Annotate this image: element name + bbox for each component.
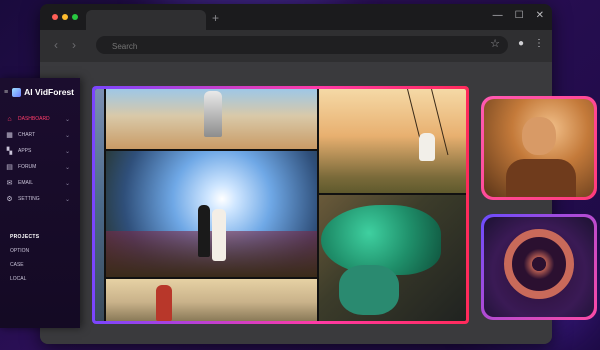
sidebar-item-label: APPS xyxy=(18,148,32,154)
couple-figure xyxy=(198,205,210,257)
chevron-down-icon: ⌄ xyxy=(64,148,70,155)
chart-icon: ▦ xyxy=(6,131,13,139)
robot-figure xyxy=(204,91,222,137)
projects-section-title: PROJECTS xyxy=(10,234,40,240)
close-icon[interactable]: ✕ xyxy=(536,10,544,21)
back-icon[interactable]: ‹ xyxy=(54,38,58,52)
project-item-local[interactable]: LOCAL xyxy=(10,276,26,282)
chevron-down-icon: ⌄ xyxy=(64,116,70,123)
thumbnail-chameleon[interactable] xyxy=(319,195,466,321)
gear-icon: ⚙ xyxy=(6,195,13,203)
chevron-down-icon: ⌄ xyxy=(64,180,70,187)
sidebar-item-forum[interactable]: ▤ FORUM ⌄ xyxy=(6,161,72,173)
sidebar-item-label: EMAIL xyxy=(18,180,34,186)
new-tab-icon[interactable]: + xyxy=(212,11,219,25)
email-icon: ✉ xyxy=(6,179,13,187)
nav-arrows: ‹ › xyxy=(54,38,76,52)
app-name: AI VidForest xyxy=(24,87,75,97)
chevron-down-icon: ⌄ xyxy=(64,196,70,203)
forum-icon: ▤ xyxy=(6,163,13,171)
logo-mark-icon xyxy=(12,87,22,97)
browser-toolbar: ‹ › ☆ ● ⋮ xyxy=(40,30,552,62)
thumbnail-swing-girl[interactable] xyxy=(319,89,466,193)
sidebar-item-label: CHART xyxy=(18,132,36,138)
chameleon-tail xyxy=(339,265,399,315)
thumbnail-desert-robot[interactable] xyxy=(106,89,317,149)
sidebar-item-label: DASHBOARD xyxy=(18,116,50,122)
bride-figure xyxy=(212,209,226,261)
toolbar-actions: ● ⋮ xyxy=(518,38,544,49)
woman-figure xyxy=(156,285,172,321)
film-reel-card[interactable] xyxy=(481,214,597,320)
sidebar-item-chart[interactable]: ▦ CHART ⌄ xyxy=(6,129,72,141)
sidebar-item-apps[interactable]: ▚ APPS ⌄ xyxy=(6,145,72,157)
close-dot[interactable] xyxy=(52,14,58,20)
sidebar-item-setting[interactable]: ⚙ SETTING ⌄ xyxy=(6,193,72,205)
minimize-icon[interactable]: — xyxy=(493,10,503,21)
thumbnail-couple-sunset[interactable] xyxy=(106,151,317,277)
thumbnail-left-slice xyxy=(95,89,104,321)
home-icon: ⌂ xyxy=(7,115,12,123)
window-controls: — ☐ ✕ xyxy=(493,10,544,21)
search-input[interactable] xyxy=(110,38,474,54)
app-logo: ≡ AI VidForest xyxy=(4,87,74,97)
video-mosaic-frame xyxy=(92,86,469,324)
girl-figure xyxy=(419,133,435,161)
browser-tab[interactable] xyxy=(86,10,206,30)
sidebar-item-email[interactable]: ✉ EMAIL ⌄ xyxy=(6,177,72,189)
more-menu-icon[interactable]: ⋮ xyxy=(534,38,544,49)
sidebar-item-label: SETTING xyxy=(18,196,40,202)
window-traffic-lights xyxy=(52,14,78,20)
maximize-dot[interactable] xyxy=(72,14,78,20)
project-item-option[interactable]: OPTION xyxy=(10,248,29,254)
sidebar-item-label: FORUM xyxy=(18,164,37,170)
avatar-face xyxy=(522,117,556,155)
app-sidebar: ≡ AI VidForest ⌂ DASHBOARD ⌄ ▦ CHART ⌄ ▚… xyxy=(0,78,80,328)
minimize-dot[interactable] xyxy=(62,14,68,20)
film-reel-icon xyxy=(504,229,574,299)
tab-bar: + — ☐ ✕ xyxy=(40,4,552,30)
avatar-card[interactable] xyxy=(481,96,597,200)
project-item-case[interactable]: CASE xyxy=(10,262,24,268)
hamburger-icon[interactable]: ≡ xyxy=(4,89,8,96)
avatar-body xyxy=(506,159,576,197)
thumbnail-woman-road[interactable] xyxy=(106,279,317,321)
apps-icon: ▚ xyxy=(6,147,13,155)
forward-icon[interactable]: › xyxy=(72,38,76,52)
chameleon-body xyxy=(321,205,441,275)
chevron-down-icon: ⌄ xyxy=(64,132,70,139)
profile-icon[interactable]: ● xyxy=(518,38,524,49)
address-bar[interactable]: ☆ xyxy=(96,36,508,54)
bookmark-star-icon[interactable]: ☆ xyxy=(490,37,500,50)
sidebar-item-dashboard[interactable]: ⌂ DASHBOARD ⌄ xyxy=(6,113,72,125)
maximize-icon[interactable]: ☐ xyxy=(515,10,524,21)
chevron-down-icon: ⌄ xyxy=(64,164,70,171)
